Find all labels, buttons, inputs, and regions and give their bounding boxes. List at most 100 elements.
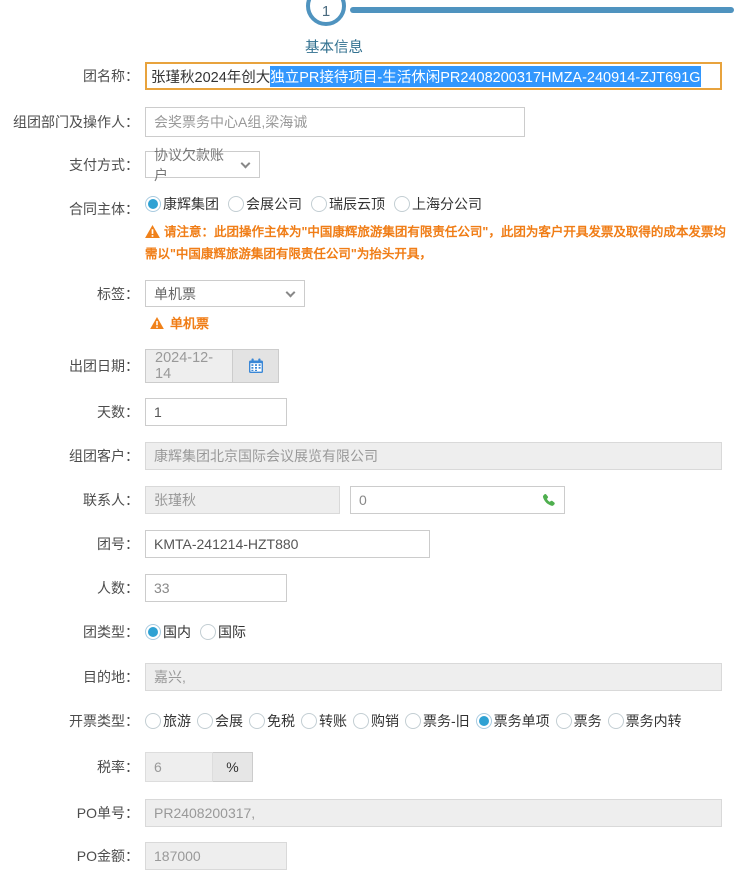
radio-label: 上海分公司 bbox=[412, 196, 482, 212]
radio-icon bbox=[405, 713, 421, 729]
group-name-input[interactable]: 张瑾秋2024年创大 独立PR接待项目-生活休闲PR2408200317HMZA-… bbox=[145, 62, 722, 90]
radio-label: 旅游 bbox=[163, 713, 191, 729]
people-count-label: 人数： bbox=[97, 580, 139, 596]
radio-invoice-option-0[interactable]: 旅游 bbox=[145, 711, 191, 731]
customer-input: 康辉集团北京国际会议展览有限公司 bbox=[145, 442, 722, 470]
field-row-customer: 组团客户： 康辉集团北京国际会议展览有限公司 bbox=[0, 442, 741, 470]
po-no-input: PR2408200317, bbox=[145, 799, 722, 827]
departure-date-label: 出团日期： bbox=[69, 358, 139, 374]
field-row-group-no: 团号： KMTA-241214-HZT880 bbox=[0, 530, 741, 558]
group-name-selected-text: 独立PR接待项目-生活休闲PR2408200317HMZA-240914-ZJT… bbox=[270, 65, 701, 87]
field-row-payment-method: 支付方式： 协议欠款账户 bbox=[0, 147, 741, 183]
group-type-label: 团类型： bbox=[83, 624, 139, 640]
tax-rate-input: 6 bbox=[145, 752, 213, 782]
radio-icon bbox=[394, 196, 410, 212]
radio-invoice-option-7[interactable]: 票务 bbox=[555, 711, 602, 731]
radio-invoice-option-1[interactable]: 会展 bbox=[197, 711, 243, 731]
step-indicator: 1 bbox=[0, 0, 741, 28]
radio-label: 会展 bbox=[215, 713, 243, 729]
payment-method-value: 协议欠款账户 bbox=[154, 146, 224, 183]
days-label: 天数： bbox=[97, 404, 139, 420]
step-number: 1 bbox=[321, 2, 331, 20]
radio-label: 票务-旧 bbox=[423, 713, 470, 729]
departure-date-input: 2024-12-14 bbox=[146, 350, 233, 382]
radio-invoice-option-2[interactable]: 免税 bbox=[249, 711, 295, 731]
radio-label: 免税 bbox=[267, 713, 295, 729]
field-row-group-name: 团名称： 张瑾秋2024年创大 独立PR接待项目-生活休闲PR2408200317… bbox=[0, 62, 741, 90]
field-row-group-type: 团类型： 国内 国际 bbox=[0, 622, 741, 642]
radio-contract-option-3[interactable]: 上海分公司 bbox=[394, 194, 482, 214]
field-row-po-amount: PO金额： 187000 bbox=[0, 842, 741, 870]
field-row-days: 天数： 1 bbox=[0, 398, 741, 426]
people-count-input[interactable]: 33 bbox=[145, 574, 287, 602]
field-row-invoice-type: 开票类型： 旅游 会展 免税 转账 购销 票务-旧 票务单项 票务 票务内转 bbox=[0, 711, 741, 731]
department-label: 组团部门及操作人： bbox=[13, 114, 139, 130]
step-progress-line bbox=[350, 7, 734, 13]
field-row-contract-entity: 合同主体： 康辉集团 会展公司 瑞辰云顶 上海分公司 请注意：此团操作主体为"中… bbox=[0, 195, 741, 265]
radio-label: 国内 bbox=[163, 624, 191, 640]
radio-label: 康辉集团 bbox=[163, 196, 219, 212]
radio-label: 转账 bbox=[319, 713, 347, 729]
radio-group-type-domestic[interactable]: 国内 bbox=[145, 622, 191, 642]
tag-label: 标签： bbox=[97, 285, 139, 302]
field-row-tax-rate: 税率： 6 % bbox=[0, 752, 741, 782]
contract-warning: 请注意：此团操作主体为"中国康辉旅游集团有限责任公司"，此团为客户开具发票及取得… bbox=[145, 221, 733, 265]
field-row-destination: 目的地： 嘉兴, bbox=[0, 663, 741, 691]
field-row-departure-date: 出团日期： 2024-12-14 bbox=[0, 349, 741, 383]
radio-contract-option-0[interactable]: 康辉集团 bbox=[145, 194, 219, 214]
po-amount-input: 187000 bbox=[145, 842, 287, 870]
group-name-label: 团名称： bbox=[83, 68, 139, 84]
field-row-department: 组团部门及操作人： 会奖票务中心A组,梁海诚 bbox=[0, 107, 741, 137]
radio-invoice-option-3[interactable]: 转账 bbox=[301, 711, 347, 731]
contact-phone-input[interactable]: 0 bbox=[350, 486, 565, 514]
chevron-down-icon bbox=[240, 158, 251, 168]
calendar-icon bbox=[248, 358, 263, 373]
radio-selected-icon bbox=[145, 624, 161, 640]
radio-contract-option-1[interactable]: 会展公司 bbox=[228, 194, 302, 214]
tax-rate-unit: % bbox=[213, 752, 253, 782]
payment-method-label: 支付方式： bbox=[69, 156, 139, 173]
radio-icon bbox=[145, 713, 161, 729]
radio-label: 会展公司 bbox=[246, 196, 302, 212]
group-no-input[interactable]: KMTA-241214-HZT880 bbox=[145, 530, 430, 558]
destination-label: 目的地： bbox=[83, 669, 139, 685]
department-input[interactable]: 会奖票务中心A组,梁海诚 bbox=[145, 107, 525, 137]
radio-icon bbox=[555, 713, 572, 729]
customer-label: 组团客户： bbox=[69, 448, 139, 464]
tax-rate-label: 税率： bbox=[97, 759, 139, 775]
contact-name-input: 张瑾秋 bbox=[145, 486, 340, 514]
phone-icon[interactable] bbox=[541, 493, 556, 508]
chevron-down-icon bbox=[285, 287, 296, 297]
radio-label: 票务单项 bbox=[493, 713, 550, 729]
tag-select[interactable]: 单机票 bbox=[145, 280, 305, 307]
radio-icon bbox=[197, 713, 213, 729]
radio-icon bbox=[228, 196, 244, 212]
warning-triangle-icon bbox=[150, 316, 164, 329]
field-row-po-no: PO单号： PR2408200317, bbox=[0, 799, 741, 827]
days-input[interactable]: 1 bbox=[145, 398, 287, 426]
payment-method-select[interactable]: 协议欠款账户 bbox=[145, 147, 260, 183]
field-row-tag: 标签： 单机票 bbox=[0, 280, 741, 307]
contact-phone-value: 0 bbox=[359, 492, 367, 508]
radio-invoice-option-4[interactable]: 购销 bbox=[353, 711, 399, 731]
radio-invoice-option-6[interactable]: 票务单项 bbox=[475, 711, 550, 731]
radio-selected-icon bbox=[475, 713, 492, 729]
radio-invoice-option-8[interactable]: 票务内转 bbox=[607, 711, 682, 731]
radio-icon bbox=[200, 624, 216, 640]
radio-label: 票务内转 bbox=[625, 713, 682, 729]
warning-triangle-icon bbox=[145, 225, 160, 238]
field-row-contact: 联系人： 张瑾秋 0 bbox=[0, 486, 741, 514]
radio-contract-option-2[interactable]: 瑞辰云顶 bbox=[311, 194, 385, 214]
calendar-button[interactable] bbox=[233, 350, 278, 382]
radio-icon bbox=[249, 713, 265, 729]
invoice-type-label: 开票类型： bbox=[69, 713, 139, 729]
po-amount-label: PO金额： bbox=[76, 848, 139, 864]
radio-group-type-international[interactable]: 国际 bbox=[200, 622, 246, 642]
radio-icon bbox=[607, 713, 624, 729]
radio-label: 购销 bbox=[371, 713, 399, 729]
radio-invoice-option-5[interactable]: 票务-旧 bbox=[405, 711, 470, 731]
radio-label: 瑞辰云顶 bbox=[329, 196, 385, 212]
po-no-label: PO单号： bbox=[76, 805, 139, 821]
contract-entity-label: 合同主体： bbox=[69, 201, 139, 217]
tag-value: 单机票 bbox=[154, 285, 196, 302]
